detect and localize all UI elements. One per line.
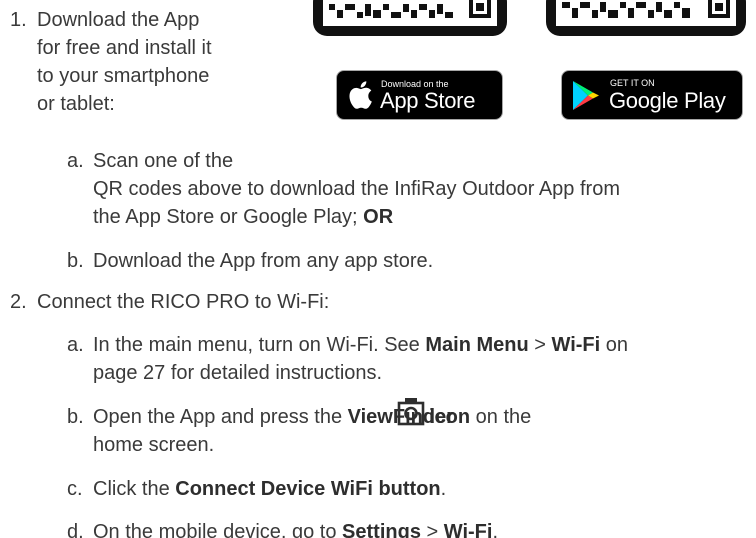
step-1a-letter: a.	[67, 150, 84, 172]
main-menu-reference: Main Menu	[425, 334, 529, 356]
step-2a-line-2: page 27 for detailed instructions.	[93, 362, 383, 384]
step-2a-line-1: In the main menu, turn on Wi-Fi. See Mai…	[93, 334, 629, 356]
step-1b-letter: b.	[67, 250, 84, 272]
wifi-reference: Wi-Fi	[551, 334, 601, 356]
connect-device-wifi-reference: Connect Device WiFi button	[175, 478, 441, 500]
manual-page: 1. Download the App for free and install…	[0, 0, 756, 538]
qr-code-icon	[323, 0, 497, 26]
step-2a-letter: a.	[67, 334, 84, 356]
icon-word: icon	[429, 406, 471, 428]
camera-viewfinder-icon	[397, 398, 425, 426]
or-emphasis: OR	[363, 206, 394, 228]
step-2b-letter: b.	[67, 406, 84, 428]
step-2d-text: On the mobile device, go to Settings > W…	[93, 518, 498, 538]
apple-icon	[349, 81, 372, 109]
google-play-badge[interactable]: GET IT ON Google Play	[561, 70, 743, 120]
step-1-line-1: Download the App	[37, 9, 200, 31]
play-triangle-icon	[573, 81, 599, 110]
step-1-number: 1.	[10, 9, 27, 31]
google-play-badge-title: Google Play	[609, 88, 726, 113]
app-store-badge[interactable]: Download on the App Store	[336, 70, 503, 120]
step-2c-text: Click the Connect Device WiFi button.	[93, 478, 447, 500]
qr-code-icon	[556, 0, 736, 26]
step-1-line-4: or tablet:	[37, 93, 115, 115]
step-1-line-3: to your smartphone	[37, 65, 210, 87]
google-play-badge-caption: GET IT ON	[610, 78, 655, 88]
step-2b-line-1-end: icon on the	[429, 406, 532, 428]
app-store-qr-code	[313, 0, 507, 36]
step-2c-letter: c.	[67, 478, 83, 500]
step-1b-text: Download the App from any app store.	[93, 250, 434, 272]
step-2-text: Connect the RICO PRO to Wi-Fi:	[37, 291, 330, 313]
step-2b-line-2: home screen.	[93, 434, 215, 456]
step-1a-line-2: QR codes above to download the InfiRay O…	[93, 178, 620, 200]
step-2d-letter: d.	[67, 521, 84, 538]
step-1a-line-3: the App Store or Google Play; OR	[93, 206, 394, 228]
step-2-number: 2.	[10, 291, 27, 313]
step-1a-line-1: Scan one of the	[93, 150, 234, 172]
settings-reference: Settings	[342, 521, 421, 538]
step-1-line-2: for free and install it	[37, 37, 212, 59]
app-store-badge-title: App Store	[380, 88, 476, 113]
google-play-qr-code	[546, 0, 746, 36]
wifi-settings-reference: Wi-Fi	[443, 521, 493, 538]
